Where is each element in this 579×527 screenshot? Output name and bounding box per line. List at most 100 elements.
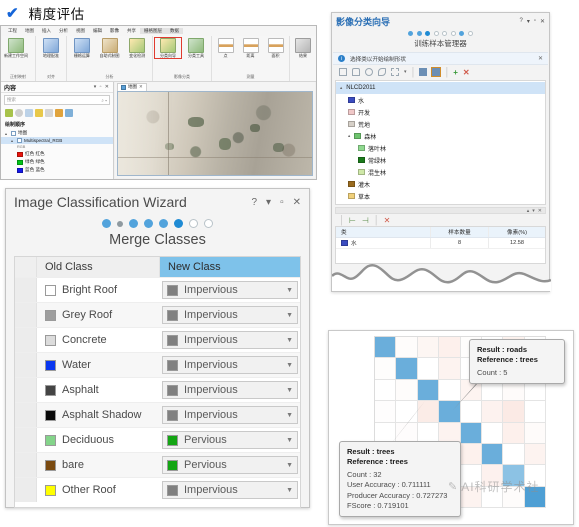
matrix-cell[interactable] — [524, 443, 546, 466]
cell-new-class[interactable]: Impervious ▼ — [160, 278, 300, 302]
matrix-cell[interactable] — [481, 401, 504, 423]
list-by-drawing-order-icon[interactable] — [5, 109, 13, 117]
matrix-cell[interactable] — [524, 422, 546, 444]
delete-icon[interactable]: ✕ — [384, 216, 391, 225]
ribbon-tab-project[interactable]: 工程 — [4, 28, 21, 34]
matrix-cell[interactable] — [375, 358, 397, 380]
matrix-cell-diagonal[interactable] — [417, 379, 440, 402]
chevron-down-icon[interactable]: ▾ — [532, 208, 535, 214]
step-dot[interactable] — [189, 219, 198, 228]
step-dot[interactable] — [102, 219, 111, 228]
matrix-cell[interactable] — [396, 379, 418, 402]
pane-window-controls[interactable]: ▾ ▫ ✕ — [94, 84, 110, 90]
step-dot[interactable] — [117, 220, 123, 227]
matrix-cell-diagonal[interactable] — [375, 337, 397, 359]
list-by-labeling-icon[interactable] — [55, 109, 63, 117]
chevron-down-icon[interactable]: ▼ — [286, 362, 293, 369]
menu-icon[interactable]: ▾ — [527, 18, 530, 25]
cell-new-class[interactable]: Impervious ▼ — [160, 353, 300, 377]
close-icon[interactable]: ✕ — [293, 197, 301, 208]
row-selector[interactable] — [15, 378, 37, 402]
chevron-down-icon[interactable]: ▼ — [286, 337, 293, 344]
ribbon-tab-data[interactable]: 数据 — [166, 28, 183, 34]
matrix-cell[interactable] — [375, 379, 397, 402]
ribbon-button-georeference[interactable]: 地理配准 — [38, 38, 64, 58]
chevron-down-icon[interactable]: ▼ — [286, 287, 293, 294]
tsm-tree-item-forest[interactable]: ▴ 森林 — [336, 130, 545, 142]
cell-new-class[interactable]: Impervious ▼ — [160, 303, 300, 327]
ribbon-button-raster-functions[interactable]: 栅格运算 — [69, 38, 95, 58]
new-class-dropdown[interactable]: Impervious ▼ — [162, 381, 298, 399]
ribbon-button-classification-tools[interactable]: 分类工具 — [183, 38, 209, 58]
layer-checkbox[interactable] — [17, 138, 22, 143]
column-header-class[interactable]: 类 — [336, 227, 431, 237]
matrix-cell[interactable] — [439, 337, 461, 359]
cell-new-class[interactable]: Impervious ▼ — [160, 328, 300, 352]
step-dot[interactable] — [467, 31, 473, 36]
new-class-dropdown[interactable]: Impervious ▼ — [162, 331, 298, 349]
ribbon-tab-insert[interactable]: 插入 — [38, 28, 55, 34]
expand-icon[interactable]: ⊣ — [362, 216, 369, 225]
ribbon-tab-edit[interactable]: 编辑 — [89, 28, 106, 34]
ribbon-button-measure-distance[interactable]: 距离 — [239, 38, 262, 58]
matrix-cell-diagonal[interactable] — [396, 358, 418, 380]
row-selector[interactable] — [15, 403, 37, 427]
step-dot[interactable] — [450, 31, 456, 36]
table-row[interactable]: Other Roof Impervious ▼ — [15, 477, 300, 502]
list-by-selection-icon[interactable] — [25, 109, 33, 117]
ribbon-tab-map[interactable]: 地图 — [21, 28, 38, 34]
table-row[interactable]: bare Pervious ▼ — [15, 452, 300, 477]
column-header-new-class[interactable]: New Class — [160, 257, 300, 277]
delete-class-icon[interactable]: ✕ — [463, 68, 470, 77]
maximize-icon[interactable]: ▫ — [534, 18, 536, 25]
matrix-cell[interactable] — [460, 443, 482, 466]
contents-tree-item-map[interactable]: ▴ 地图 — [1, 129, 113, 137]
ribbon-button-measure-point[interactable]: 点 — [214, 38, 237, 58]
contents-search-box[interactable]: 搜索 ⌕ ▾ — [4, 95, 110, 105]
matrix-cell[interactable] — [503, 422, 525, 444]
ribbon-tab-view[interactable]: 视图 — [72, 28, 89, 34]
ribbon-tab-analysis[interactable]: 分析 — [55, 28, 72, 34]
step-dot-current[interactable] — [174, 219, 183, 228]
add-class-icon[interactable]: + — [453, 68, 458, 77]
new-class-dropdown[interactable]: Impervious ▼ — [162, 356, 298, 374]
step-dot[interactable] — [129, 219, 138, 228]
auto-detect-tool-icon[interactable] — [391, 68, 399, 76]
maximize-icon[interactable]: ▫ — [280, 197, 284, 208]
tsm-tree-item-mixed-forest[interactable]: 混生林 — [336, 166, 545, 178]
tsm-class-tree[interactable]: ▴ NLCD2011 水 开发 荒地 ▴ 森林 落叶林 常绿林 混生林 灌木 草… — [335, 80, 546, 205]
ribbon-tab-raster-layer[interactable]: 栅格图层 — [140, 28, 166, 34]
save-icon[interactable] — [419, 68, 428, 76]
tsm-tree-item-planted-cultivated[interactable]: 种植/耕种 — [336, 202, 545, 204]
matrix-cell[interactable] — [524, 401, 546, 423]
table-row[interactable]: Concrete Impervious ▼ — [15, 327, 300, 352]
menu-icon[interactable]: ▾ — [266, 197, 271, 208]
ribbon-button-results[interactable]: 结果 — [292, 38, 314, 58]
column-header-sample-count[interactable]: 样本数量 — [431, 227, 489, 237]
ribbon-button-classification-wizard[interactable]: 分类向导 — [154, 36, 182, 60]
tsm-tree-item-developed[interactable]: 开发 — [336, 106, 545, 118]
collapse-icon[interactable]: ⊢ — [349, 216, 356, 225]
table-row[interactable]: Deciduous Pervious ▼ — [15, 427, 300, 452]
help-icon[interactable]: ? — [519, 18, 522, 25]
tsm-tree-item-shrub[interactable]: 灌木 — [336, 178, 545, 190]
collapse-up-icon[interactable]: ▴ — [527, 208, 530, 214]
freehand-tool-icon[interactable] — [378, 68, 386, 76]
column-header-pixel-percent[interactable]: 像素(%) — [489, 227, 545, 237]
list-by-snapping-icon[interactable] — [45, 109, 53, 117]
row-selector[interactable] — [15, 453, 37, 477]
help-icon[interactable]: ? — [251, 197, 257, 208]
chevron-down-icon[interactable]: ▼ — [286, 487, 293, 494]
chevron-down-icon[interactable]: ▼ — [286, 387, 293, 394]
row-selector[interactable] — [15, 428, 37, 452]
tsm-tree-item-deciduous-forest[interactable]: 落叶林 — [336, 142, 545, 154]
matrix-cell[interactable] — [396, 337, 418, 359]
tsm-window-controls[interactable]: ? ▾ ▫ ✕ — [519, 18, 545, 25]
dropdown-icon[interactable]: ▾ — [404, 69, 407, 75]
matrix-cell[interactable] — [503, 401, 525, 423]
list-by-source-icon[interactable] — [15, 109, 23, 117]
table-row[interactable]: Water Impervious ▼ — [15, 352, 300, 377]
table-row[interactable]: Bright Roof Impervious ▼ — [15, 277, 300, 302]
tsm-tree-item-barren[interactable]: 荒地 — [336, 118, 545, 130]
ribbon-button-new-workspace[interactable]: 新建工作空间 — [3, 38, 29, 58]
